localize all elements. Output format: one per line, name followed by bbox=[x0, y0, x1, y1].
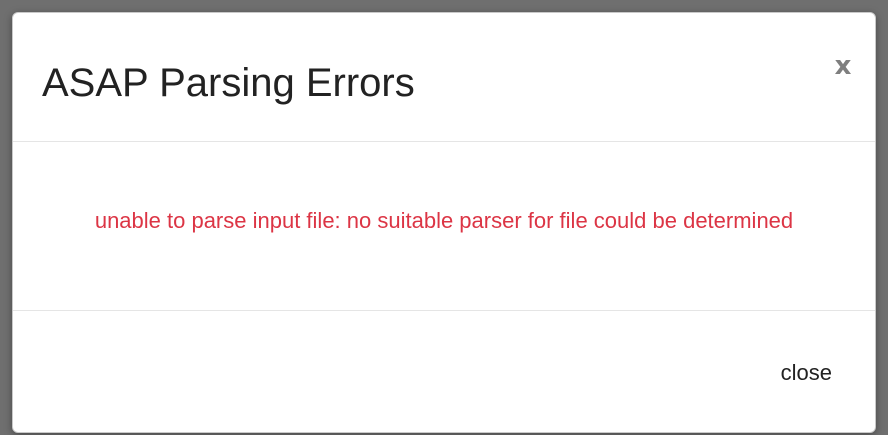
error-message: unable to parse input file: no suitable … bbox=[94, 207, 794, 233]
dialog-footer: close bbox=[13, 312, 875, 432]
close-button[interactable]: close bbox=[781, 358, 832, 388]
error-dialog: ASAP Parsing Errors x unable to parse in… bbox=[12, 12, 876, 433]
dialog-header: ASAP Parsing Errors x bbox=[13, 13, 875, 142]
dialog-title: ASAP Parsing Errors bbox=[42, 61, 415, 105]
close-icon[interactable]: x bbox=[831, 51, 855, 81]
dialog-body: unable to parse input file: no suitable … bbox=[13, 143, 875, 311]
